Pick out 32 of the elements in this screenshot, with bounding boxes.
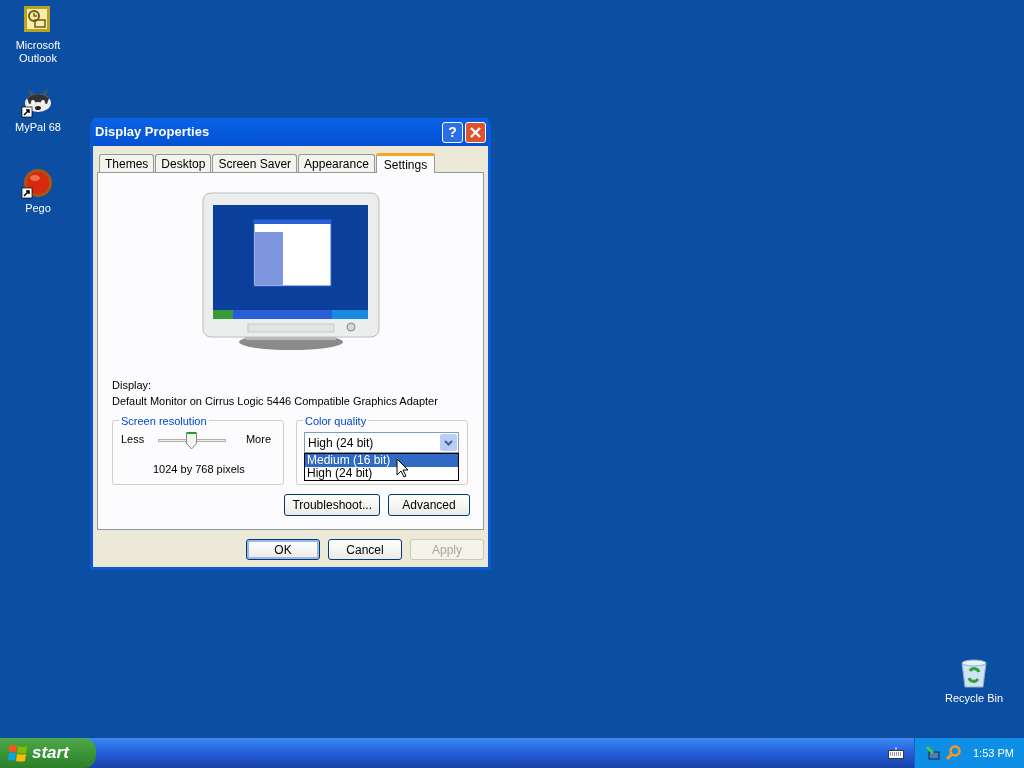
button[interactable]: Advanced — [388, 494, 470, 516]
close-button[interactable] — [465, 121, 486, 143]
button[interactable]: Troubleshoot... — [284, 494, 380, 516]
slider-label: More — [245, 432, 271, 447]
button[interactable]: Cancel — [328, 539, 402, 560]
close-icon — [470, 126, 481, 138]
button[interactable]: OK — [246, 539, 320, 560]
tab[interactable]: Desktop — [155, 154, 212, 172]
clock: 1:53 PM — [973, 745, 1014, 761]
tab[interactable]: Appearance — [298, 154, 375, 172]
slider-label: Less — [121, 432, 145, 447]
resolution-value: 1024 by 768 pixels — [153, 462, 245, 477]
desktop-icon-label[interactable]: Pego — [7, 202, 69, 215]
start-button[interactable]: start — [0, 738, 96, 768]
slider-thumb[interactable] — [186, 431, 197, 450]
tab[interactable]: Screen Saver — [212, 154, 298, 172]
display-device: Default Monitor on Cirrus Logic 5446 Compatible Graphics Adapter — [112, 394, 439, 409]
dropdown-option[interactable]: Medium (16 bit) — [305, 454, 458, 467]
desktop-icon-label[interactable]: MyPal 68 — [7, 121, 69, 134]
network-icon[interactable] — [925, 745, 941, 761]
keyboard-icon[interactable] — [888, 747, 904, 759]
desktop-icon-label[interactable]: Microsoft Outlook — [7, 39, 69, 65]
display-label: Display: — [112, 378, 153, 393]
window-title: Display Properties — [95, 123, 211, 142]
tab[interactable]: Themes — [99, 154, 155, 172]
dropdown-option[interactable]: High (24 bit) — [305, 467, 458, 480]
help-button[interactable]: ? — [442, 121, 463, 143]
mouse-pointer-icon — [396, 458, 409, 478]
dropdown[interactable]: High (24 bit) — [304, 432, 459, 453]
windows-flag-icon — [8, 743, 28, 763]
desktop-icon-label[interactable]: Recycle Bin — [943, 692, 1005, 705]
tab[interactable]: Settings — [375, 153, 436, 173]
